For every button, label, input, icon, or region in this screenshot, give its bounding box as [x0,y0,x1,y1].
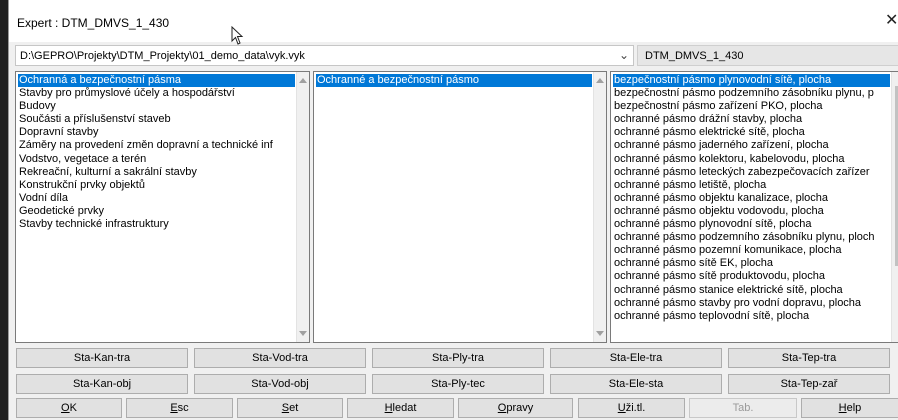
list-item[interactable]: Stavby pro průmyslové účely a hospodářst… [18,87,295,100]
list-item[interactable]: ochranné pásmo sítě EK, plocha [613,257,890,270]
list-item[interactable]: ochranné pásmo teplovodní sítě, plocha [613,310,890,323]
window-title: Expert : DTM_DMVS_1_430 [17,16,170,30]
set-button[interactable]: Set [237,398,343,418]
sta-vod-tra-button[interactable]: Sta-Vod-tra [194,348,366,368]
list-item[interactable]: ochranné pásmo sítě produktovodu, plocha [613,270,890,283]
list-item[interactable]: ochranné pásmo kolektoru, kabelovodu, pl… [613,153,890,166]
object-list-items: bezpečnostní pásmo plynovodní sítě, ploc… [613,74,890,323]
mouse-pointer-icon [231,26,244,45]
list-item[interactable]: Záměry na provedení změn dopravní a tech… [18,139,295,152]
list-item[interactable]: ochranné pásmo objektu kanalizace, ploch… [613,192,890,205]
sta-kan-tra-button[interactable]: Sta-Kan-tra [16,348,188,368]
list-item[interactable]: ochranné pásmo podzemního zásobníku plyn… [613,231,890,244]
category-list[interactable]: Ochranná a bezpečnostní pásma Stavby pro … [15,71,310,343]
sta-ele-sta-button[interactable]: Sta-Ele-sta [550,374,722,394]
list-item[interactable]: Stavby technické infrastruktury [18,218,295,231]
scrollbar[interactable] [891,72,898,342]
list-item[interactable]: ochranné pásmo leteckých zabezpečovacích… [613,166,890,179]
scroll-up-icon[interactable] [596,78,604,83]
sta-kan-obj-button[interactable]: Sta-Kan-obj [16,374,188,394]
object-list[interactable]: bezpečnostní pásmo plynovodní sítě, ploc… [610,71,898,343]
scroll-down-icon[interactable] [299,331,307,336]
list-item[interactable]: ochranné pásmo stavby pro vodní dopravu,… [613,297,890,310]
scroll-down-icon[interactable] [596,331,604,336]
group-list[interactable]: Ochranné a bezpečnostní pásmo [313,71,607,343]
list-item[interactable]: ochranné pásmo stanice elektrické sítě, … [613,284,890,297]
title-bar: Expert : DTM_DMVS_1_430 ✕ [9,0,898,45]
esc-button[interactable]: Esc [126,398,233,418]
ok-button[interactable]: OK [16,398,122,418]
list-item[interactable]: Rekreační, kulturní a sakrální stavby [18,166,295,179]
category-list-items: Ochranná a bezpečnostní pásma Stavby pro … [18,74,295,231]
model-value: DTM_DMVS_1_430 [645,50,744,62]
help-button[interactable]: Help [801,398,898,418]
path-value: D:\GEPRO\Projekty\DTM_Projekty\01_demo_d… [20,50,305,62]
opravy-button[interactable]: Opravy [458,398,573,418]
list-item[interactable]: Ochranné a bezpečnostní pásmo [316,74,592,88]
expert-dialog: Expert : DTM_DMVS_1_430 ✕ D:\GEPRO\Proje… [8,0,898,420]
scroll-up-icon[interactable] [299,78,307,83]
path-combobox[interactable]: D:\GEPRO\Projekty\DTM_Projekty\01_demo_d… [15,45,634,66]
sta-ply-tec-button[interactable]: Sta-Ply-tec [372,374,544,394]
scrollbar[interactable] [593,72,606,342]
chevron-down-icon[interactable]: ⌄ [619,48,629,62]
list-item[interactable]: Ochranná a bezpečnostní pásma [18,74,295,88]
sta-tep-tra-button[interactable]: Sta-Tep-tra [728,348,890,368]
tab-button: Tab. [689,398,797,418]
group-list-items: Ochranné a bezpečnostní pásmo [316,74,592,88]
sta-ply-tra-button[interactable]: Sta-Ply-tra [372,348,544,368]
list-item[interactable]: ochranné pásmo drážní stavby, plocha [613,113,890,126]
list-item[interactable]: ochranné pásmo objektu vodovodu, plocha [613,205,890,218]
list-item[interactable]: bezpečnostní pásmo zařízení PKO, plocha [613,100,890,113]
sta-vod-obj-button[interactable]: Sta-Vod-obj [194,374,366,394]
hledat-button[interactable]: Hledat [347,398,454,418]
uži-tl-button[interactable]: Uži.tl. [578,398,685,418]
list-item[interactable]: Vodní díla [18,192,295,205]
list-item[interactable]: ochranné pásmo plynovodní sítě, plocha [613,218,890,231]
list-item[interactable]: ochranné pásmo letiště, plocha [613,179,890,192]
list-item[interactable]: Součásti a příslušenství staveb [18,113,295,126]
list-item[interactable]: ochranné pásmo pozemní komunikace, ploch… [613,244,890,257]
list-item[interactable]: ochranné pásmo elektrické sítě, plocha [613,126,890,139]
sta-tep-zař-button[interactable]: Sta-Tep-zař [728,374,890,394]
list-item[interactable]: bezpečnostní pásmo podzemního zásobníku … [613,87,890,100]
model-field[interactable]: DTM_DMVS_1_430 [637,45,898,66]
scrollbar[interactable] [296,72,309,342]
list-item[interactable]: Konstrukční prvky objektů [18,179,295,192]
list-item[interactable]: bezpečnostní pásmo plynovodní sítě, ploc… [613,74,890,88]
sta-ele-tra-button[interactable]: Sta-Ele-tra [550,348,722,368]
list-item[interactable]: Geodetické prvky [18,205,295,218]
close-icon[interactable]: ✕ [885,13,898,29]
list-item[interactable]: ochranné pásmo jaderného zařízení, ploch… [613,139,890,152]
list-item[interactable]: Vodstvo, vegetace a terén [18,153,295,166]
list-item[interactable]: Dopravní stavby [18,126,295,139]
list-item[interactable]: Budovy [18,100,295,113]
